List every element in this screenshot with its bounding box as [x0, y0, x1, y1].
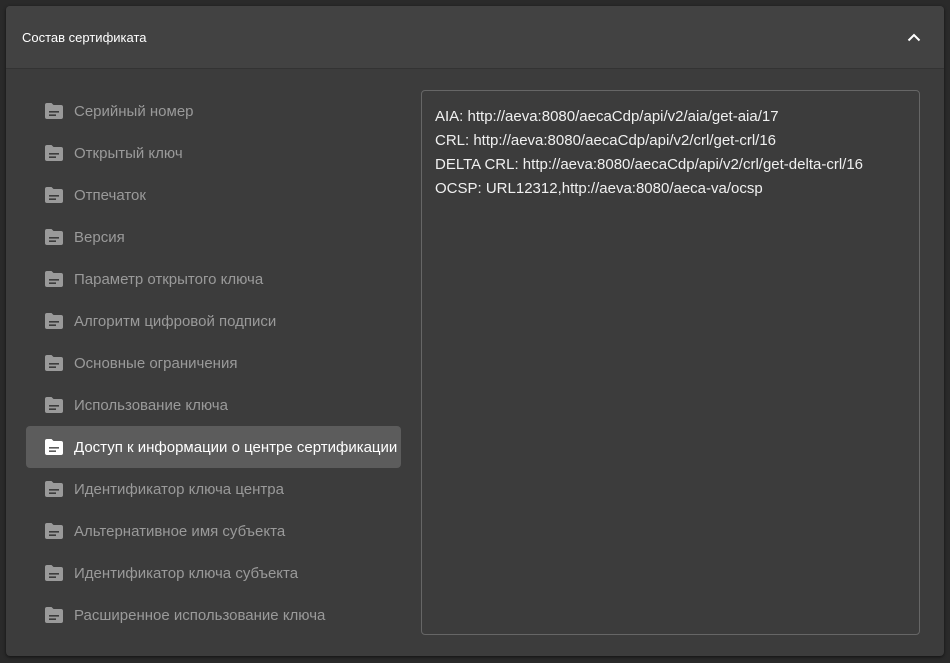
list-item[interactable]: Алгоритм цифровой подписи — [26, 300, 401, 342]
field-value-line: CRL: http://aeva:8080/aecaCdp/api/v2/crl… — [435, 132, 777, 149]
certificate-composition-panel: Состав сертификата Серийный номер Открыт… — [6, 6, 944, 656]
list-item-label: Идентификатор ключа центра — [74, 480, 284, 498]
list-item[interactable]: Серийный номер — [26, 90, 401, 132]
list-item[interactable]: Параметр открытого ключа — [26, 258, 401, 300]
list-item[interactable]: Альтернативное имя субъекта — [26, 510, 401, 552]
folder-icon — [44, 312, 64, 330]
collapse-button[interactable] — [900, 23, 928, 51]
list-item[interactable]: Расширенное использование ключа — [26, 594, 401, 636]
folder-icon — [44, 396, 64, 414]
folder-icon — [44, 228, 64, 246]
list-item-label: Серийный номер — [74, 102, 194, 120]
list-item-label: Параметр открытого ключа — [74, 270, 264, 288]
panel-header[interactable]: Состав сертификата — [6, 6, 944, 69]
list-item[interactable]: Идентификатор ключа центра — [26, 468, 401, 510]
panel-title: Состав сертификата — [22, 29, 147, 45]
list-item[interactable]: Основные ограничения — [26, 342, 401, 384]
folder-icon — [44, 102, 64, 120]
list-item[interactable]: Идентификатор ключа субъекта — [26, 552, 401, 594]
list-item-label: Использование ключа — [74, 396, 228, 414]
list-item[interactable]: Использование ключа — [26, 384, 401, 426]
list-item-label: Отпечаток — [74, 186, 146, 204]
list-item-label: Доступ к информации о центре сертификаци… — [74, 438, 398, 456]
list-item-label: Основные ограничения — [74, 354, 238, 372]
list-item-label: Версия — [74, 228, 125, 246]
folder-icon — [44, 354, 64, 372]
folder-icon — [44, 522, 64, 540]
field-value-line: OCSP: URL12312,http://aeva:8080/aeca-va/… — [435, 180, 763, 197]
field-value-box: AIA: http://aeva:8080/aecaCdp/api/v2/aia… — [421, 90, 920, 635]
folder-icon — [44, 480, 64, 498]
folder-icon — [44, 564, 64, 582]
folder-icon — [44, 144, 64, 162]
chevron-up-icon — [907, 33, 921, 41]
field-value-line: DELTA CRL: http://aeva:8080/aecaCdp/api/… — [435, 156, 864, 173]
list-item-label: Расширенное использование ключа — [74, 606, 326, 624]
folder-icon — [44, 186, 64, 204]
list-item[interactable]: Доступ к информации о центре сертификаци… — [26, 426, 401, 468]
list-item[interactable]: Отпечаток — [26, 174, 401, 216]
certificate-field-list: Серийный номер Открытый ключ Отпечаток В… — [26, 90, 401, 636]
folder-icon — [44, 606, 64, 624]
list-item-label: Альтернативное имя субъекта — [74, 522, 286, 540]
list-item-label: Алгоритм цифровой подписи — [74, 312, 277, 330]
field-value-line: AIA: http://aeva:8080/aecaCdp/api/v2/aia… — [435, 108, 779, 125]
folder-icon — [44, 438, 64, 456]
list-item-label: Открытый ключ — [74, 144, 183, 162]
list-item[interactable]: Открытый ключ — [26, 132, 401, 174]
list-item-label: Идентификатор ключа субъекта — [74, 564, 299, 582]
folder-icon — [44, 270, 64, 288]
list-item[interactable]: Версия — [26, 216, 401, 258]
